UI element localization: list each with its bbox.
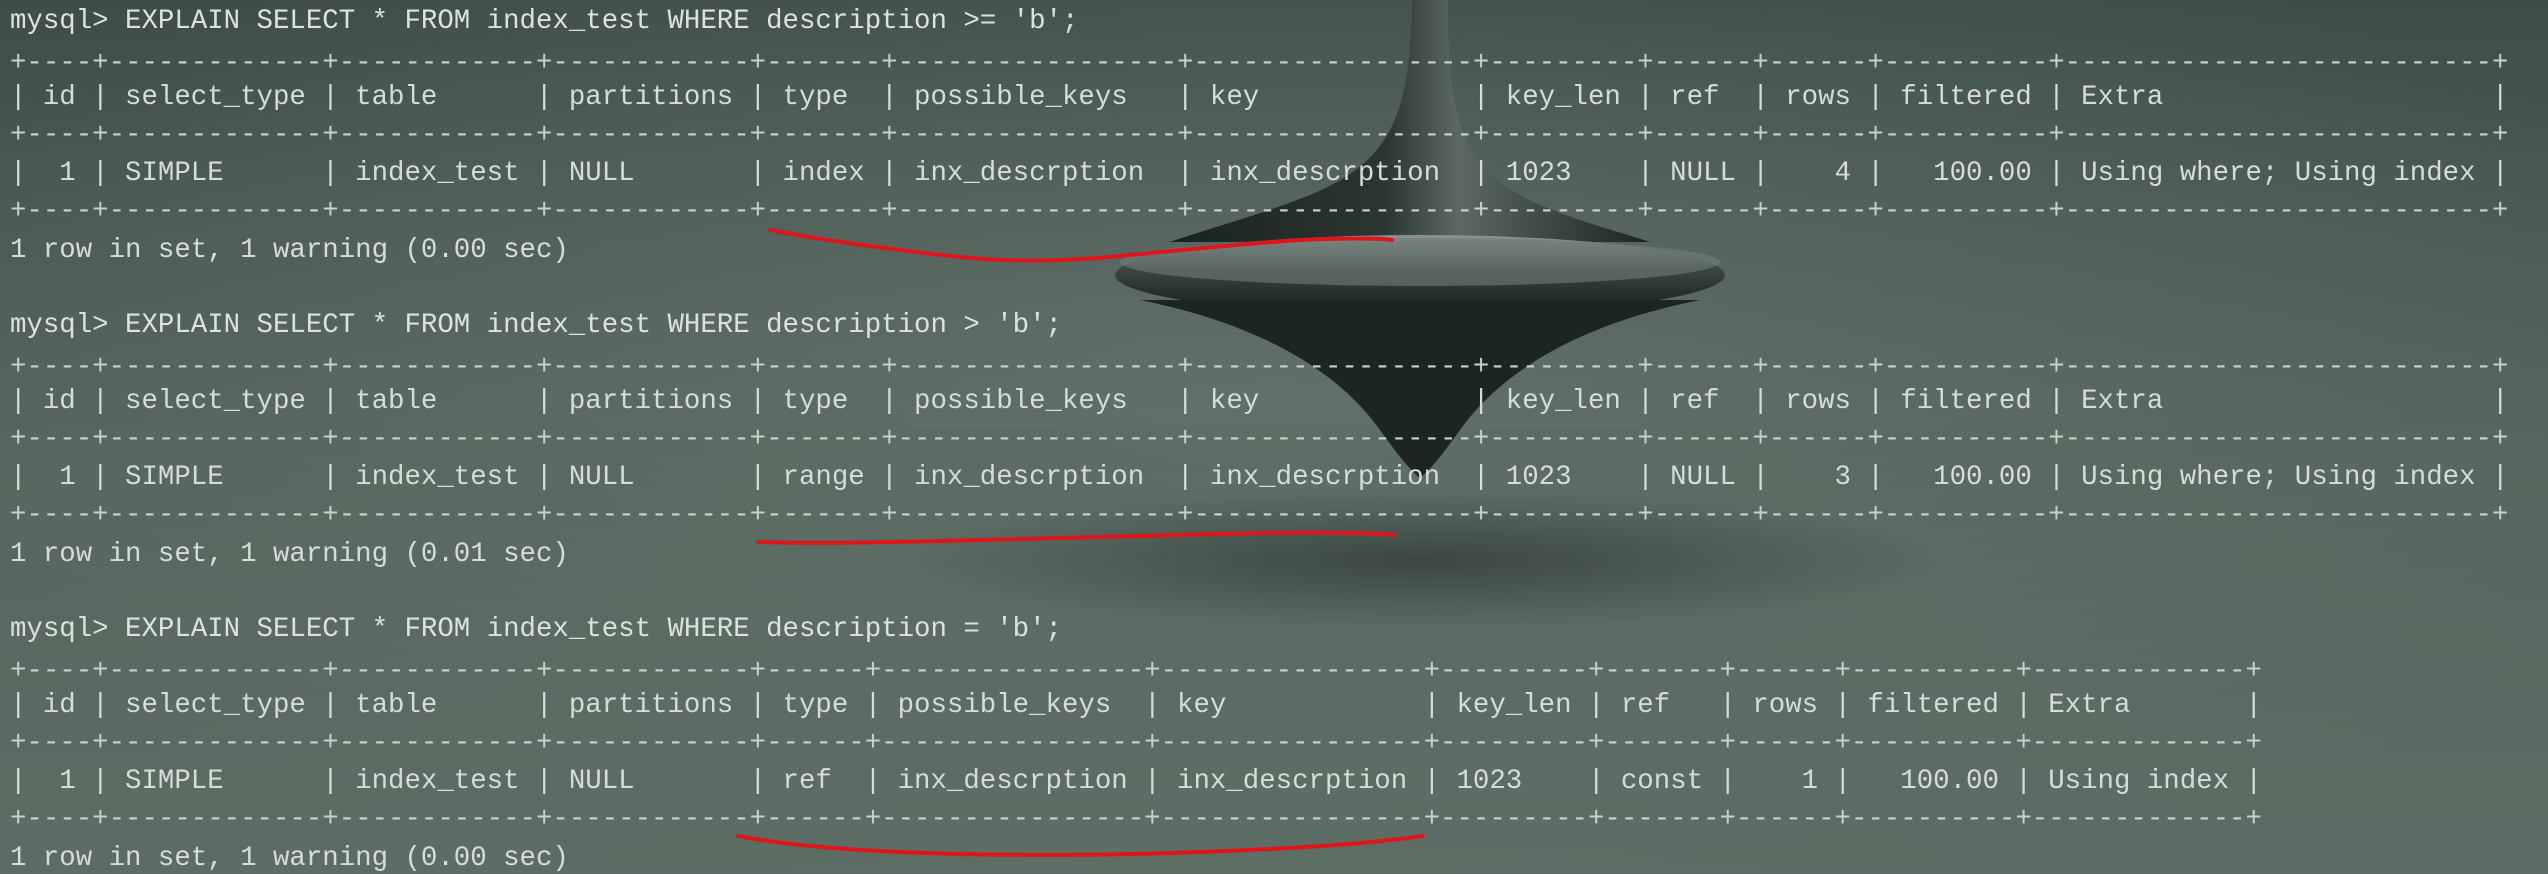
table-header-row: | id | select_type | table | partitions … [10,690,2262,721]
result-summary: 1 row in set, 1 warning (0.00 sec) [10,843,569,874]
table-header-row: | id | select_type | table | partitions … [10,82,2509,113]
table-data-row: | 1 | SIMPLE | index_test | NULL | index… [10,158,2509,189]
table-data-row: | 1 | SIMPLE | index_test | NULL | ref |… [10,766,2262,797]
table-border: +----+-------------+------------+-------… [10,728,2262,759]
table-border: +----+-------------+------------+-------… [10,352,2509,383]
table-border: +----+-------------+------------+-------… [10,424,2509,455]
mysql-prompt-line: mysql> EXPLAIN SELECT * FROM index_test … [10,6,1079,37]
table-border: +----+-------------+------------+-------… [10,120,2509,151]
table-data-row: | 1 | SIMPLE | index_test | NULL | range… [10,462,2509,493]
result-summary: 1 row in set, 1 warning (0.01 sec) [10,539,569,570]
terminal-window: mysql> EXPLAIN SELECT * FROM index_test … [0,0,2548,874]
table-border: +----+-------------+------------+-------… [10,804,2262,835]
table-border: +----+-------------+------------+-------… [10,196,2509,227]
table-header-row: | id | select_type | table | partitions … [10,386,2509,417]
table-border: +----+-------------+------------+-------… [10,656,2262,687]
table-border: +----+-------------+------------+-------… [10,48,2509,79]
result-summary: 1 row in set, 1 warning (0.00 sec) [10,235,569,266]
mysql-prompt-line: mysql> EXPLAIN SELECT * FROM index_test … [10,310,1062,341]
table-border: +----+-------------+------------+-------… [10,500,2509,531]
mysql-prompt-line: mysql> EXPLAIN SELECT * FROM index_test … [10,614,1062,645]
